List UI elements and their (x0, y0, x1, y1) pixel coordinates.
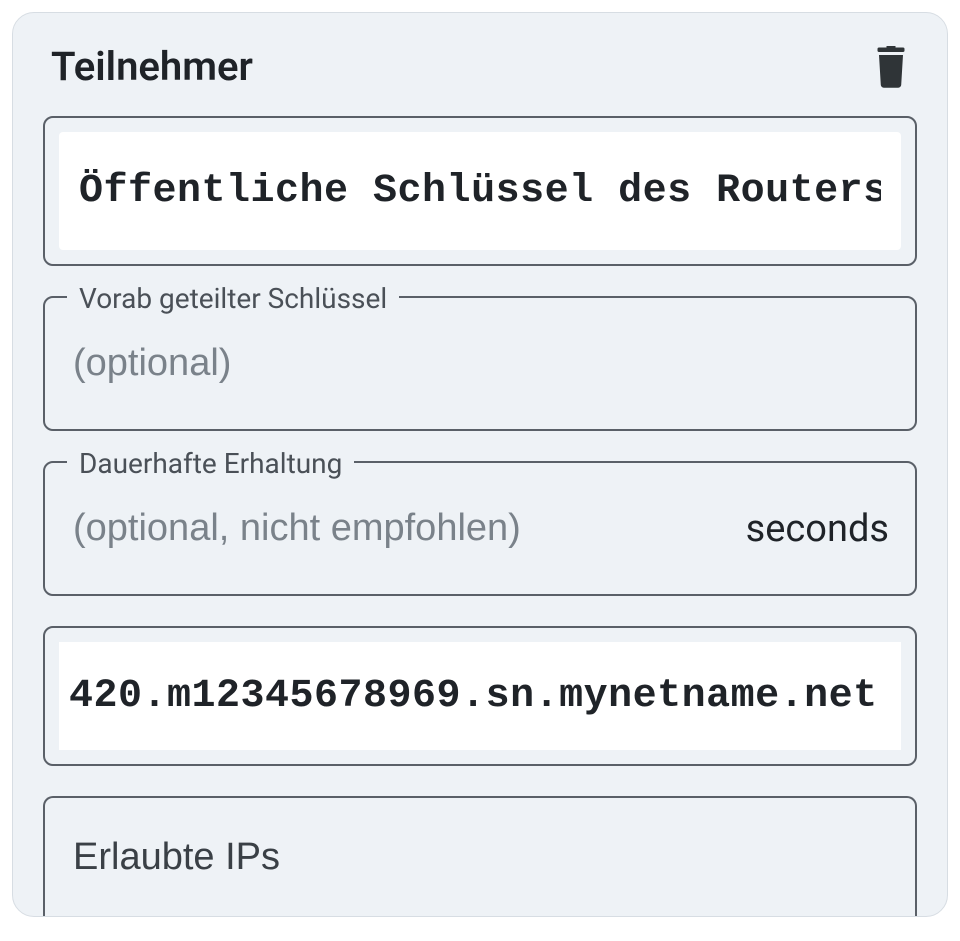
keepalive-field[interactable]: Dauerhafte Erhaltung seconds (43, 461, 917, 596)
keepalive-label: Dauerhafte Erhaltung (67, 447, 354, 480)
endpoint-field[interactable] (43, 626, 917, 766)
keepalive-input[interactable] (71, 506, 726, 551)
allowed-ips-field[interactable] (43, 796, 917, 916)
keepalive-suffix: seconds (746, 507, 889, 551)
public-key-field[interactable] (43, 116, 917, 266)
peer-card: Teilnehmer Vorab geteilter Schlüssel Dau… (12, 12, 948, 917)
card-title: Teilnehmer (51, 43, 253, 90)
allowed-ips-input[interactable] (71, 835, 889, 880)
preshared-key-input[interactable] (71, 341, 889, 386)
trash-icon[interactable] (873, 46, 909, 88)
public-key-inner (59, 132, 901, 250)
card-header: Teilnehmer (43, 43, 917, 90)
public-key-input[interactable] (77, 168, 883, 215)
preshared-key-field[interactable]: Vorab geteilter Schlüssel (43, 296, 917, 431)
endpoint-inner (59, 642, 901, 750)
preshared-key-label: Vorab geteilter Schlüssel (67, 282, 399, 315)
endpoint-input[interactable] (67, 673, 893, 720)
